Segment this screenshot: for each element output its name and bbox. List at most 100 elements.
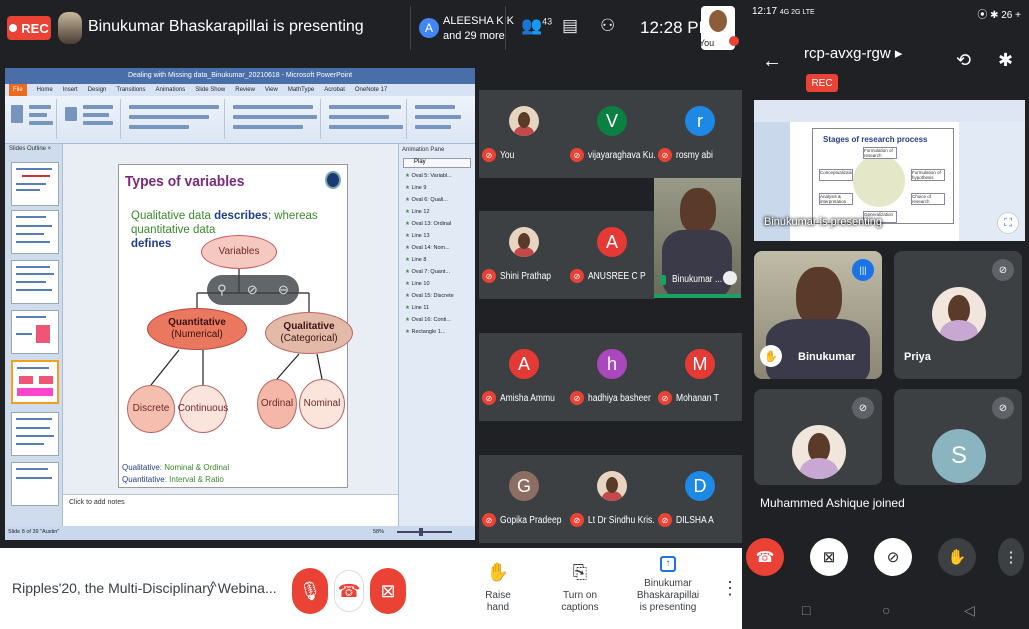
people-icon[interactable]: 👥43	[521, 16, 552, 36]
animation-item[interactable]: Oval 6: Quali...	[399, 194, 475, 206]
animation-item[interactable]: Line 8	[399, 254, 475, 266]
pin-icon[interactable]: ⚲	[217, 282, 227, 298]
chat-icon[interactable]: ▤	[562, 16, 578, 36]
animation-item[interactable]: Line 9	[399, 182, 475, 194]
participant-tile[interactable]: A ⊘ Amisha Ammu	[479, 333, 567, 421]
more-options-icon[interactable]: ⋮	[721, 578, 739, 599]
animation-item[interactable]: Rectangle 1...	[399, 326, 475, 338]
camera-off-button[interactable]: ⊠	[370, 568, 406, 614]
animation-item[interactable]: Oval 14: Nom...	[399, 242, 475, 254]
ppt-menu-file[interactable]: File	[9, 84, 27, 96]
participant-tile[interactable]: r ⊘ rosmy abi	[655, 90, 743, 178]
participant-tile[interactable]: M ⊘ Mohanan T	[655, 333, 743, 421]
participant-name: ANUSREE C P	[588, 271, 646, 282]
node-nominal: Nominal	[299, 379, 345, 429]
participant-tile[interactable]: V ⊘ vijayaraghava Ku...	[567, 90, 660, 178]
animation-item[interactable]: Oval 7: Quant...	[399, 266, 475, 278]
back-arrow-icon[interactable]: ←	[762, 50, 782, 73]
more-options-button[interactable]: ⋮	[998, 538, 1024, 576]
slide-thumbnail[interactable]	[11, 260, 59, 304]
ppt-menu-acrobat[interactable]: Acrobat	[324, 87, 345, 93]
mic-off-icon[interactable]: ⊘	[247, 282, 258, 298]
present-button[interactable]: ↑ Binukumar Bhaskarapillai is presenting	[622, 554, 714, 614]
animation-item[interactable]: Line 13	[399, 230, 475, 242]
slide-thumbnail[interactable]	[11, 412, 59, 456]
ppt-title-bar: Dealing with Missing data_Binukumar_2021…	[5, 68, 475, 84]
raise-hand-button[interactable]: ✋	[938, 538, 976, 576]
ribbon-group	[7, 99, 57, 139]
home-icon[interactable]: ○	[882, 602, 890, 618]
animation-item[interactable]: Line 12	[399, 206, 475, 218]
speaker-tile[interactable]: Binukumar ...	[654, 178, 741, 298]
slides-panel-tabs[interactable]: Slides Outline ×	[5, 144, 62, 156]
animation-play-button[interactable]: Play	[403, 158, 471, 168]
meeting-name[interactable]: Ripples'20, the Multi-Disciplinary Webin…	[12, 580, 277, 596]
ppt-menu-onenote[interactable]: OneNote 17	[355, 87, 387, 93]
mic-off-icon: ⊘	[482, 269, 496, 283]
ppt-menu-view[interactable]: View	[265, 87, 278, 93]
slide-thumbnail[interactable]	[11, 462, 59, 506]
ppt-menu-review[interactable]: Review	[235, 87, 255, 93]
bluetooth-icon[interactable]: ✱	[998, 50, 1013, 71]
animation-item[interactable]: Oval 5: Variabl...	[399, 170, 475, 182]
meeting-code[interactable]: rcp-avxg-rgw ▸	[804, 44, 902, 62]
end-call-button[interactable]: ☎	[334, 570, 364, 612]
back-icon[interactable]: ◁	[964, 602, 975, 619]
slide-thumbnail[interactable]	[11, 162, 59, 206]
phone-tile-binukumar[interactable]: ||| ✋ Binukumar	[754, 251, 882, 379]
phone-tile-s[interactable]: S ⊘	[894, 389, 1022, 485]
mic-off-button[interactable]: ⊘	[874, 538, 912, 576]
shared-screen: Dealing with Missing data_Binukumar_2021…	[5, 68, 475, 540]
activities-icon[interactable]: ⚇	[600, 16, 615, 36]
ppt-menu-animations[interactable]: Animations	[156, 87, 186, 93]
mic-off-icon: ⊘	[992, 397, 1014, 419]
participant-tile[interactable]: G ⊘ Gopika Pradeep	[479, 455, 567, 543]
animation-item[interactable]: Oval 15: Discrete	[399, 290, 475, 302]
viewer-avatar: A	[419, 18, 439, 38]
captions-button[interactable]: ⎘ Turn on captions	[548, 563, 612, 614]
participant-name: Lt Dr Sindhu Kris...	[588, 515, 660, 526]
mic-off-icon: ⊘	[992, 259, 1014, 281]
ppt-menu-home[interactable]: Home	[37, 87, 53, 93]
participant-tile[interactable]: A ⊘ ANUSREE C P	[567, 211, 655, 299]
animation-item[interactable]: Line 11	[399, 302, 475, 314]
self-avatar[interactable]: You	[699, 6, 739, 50]
zoom-slider[interactable]	[397, 528, 452, 536]
speaking-icon	[660, 275, 666, 285]
participant-tile[interactable]: ⊘ Shini Prathap	[479, 211, 567, 299]
switch-camera-icon[interactable]: ⟲	[956, 50, 971, 71]
animation-item[interactable]: Oval 16: Conti...	[399, 314, 475, 326]
chevron-up-icon[interactable]: ^	[210, 578, 217, 594]
speaker-notes[interactable]: Click to add notes	[63, 494, 398, 510]
mic-off-icon: ⊘	[658, 148, 672, 162]
recents-icon[interactable]: □	[802, 602, 810, 618]
slide-thumbnail[interactable]	[11, 310, 59, 354]
viewers-summary[interactable]: ALEESHA K K and 29 more	[443, 14, 514, 44]
minus-icon[interactable]: ⊖	[278, 282, 289, 298]
slide-footnote-quantitative: Quantitative: Interval & Ratio	[122, 475, 224, 484]
slide-thumbnail[interactable]	[11, 210, 59, 254]
raise-hand-button[interactable]: ✋ Raise hand	[476, 563, 520, 614]
end-call-button[interactable]: ☎	[746, 538, 784, 576]
participant-tile[interactable]: ⊘ Lt Dr Sindhu Kris...	[567, 455, 659, 543]
ppt-menu-transitions[interactable]: Transitions	[116, 87, 145, 93]
ppt-menu-design[interactable]: Design	[88, 87, 107, 93]
ppt-menu-mathtype[interactable]: MathType	[288, 87, 314, 93]
ppt-menu-insert[interactable]: Insert	[63, 87, 78, 93]
animation-item[interactable]: Oval 13: Ordinal	[399, 218, 475, 230]
mic-off-button[interactable]: 🎙	[292, 568, 328, 614]
fullscreen-icon[interactable]: ⛶	[997, 212, 1019, 234]
camera-off-button[interactable]: ⊠	[810, 538, 848, 576]
participant-tile[interactable]: D ⊘ DILSHA A	[655, 455, 743, 543]
slide-thumbnail-selected[interactable]	[11, 360, 59, 404]
phone-meet-screen: 12:17 4G 2G LTE ⦿ ✱ 26 + ← rcp-avxg-rgw …	[742, 0, 1029, 629]
participant-tile[interactable]: ⊘ You	[479, 90, 567, 178]
node-ordinal: Ordinal	[257, 379, 297, 429]
phone-tile-priya[interactable]: ⊘ Priya	[894, 251, 1022, 379]
ribbon-group	[61, 99, 121, 139]
phone-shared-screen[interactable]: Stages of research process Formulation o…	[754, 100, 1025, 241]
participant-tile[interactable]: h ⊘ hadhiya basheer	[567, 333, 655, 421]
ppt-menu-slideshow[interactable]: Slide Show	[195, 87, 225, 93]
animation-item[interactable]: Line 10	[399, 278, 475, 290]
phone-tile-participant[interactable]: ⊘	[754, 389, 882, 485]
